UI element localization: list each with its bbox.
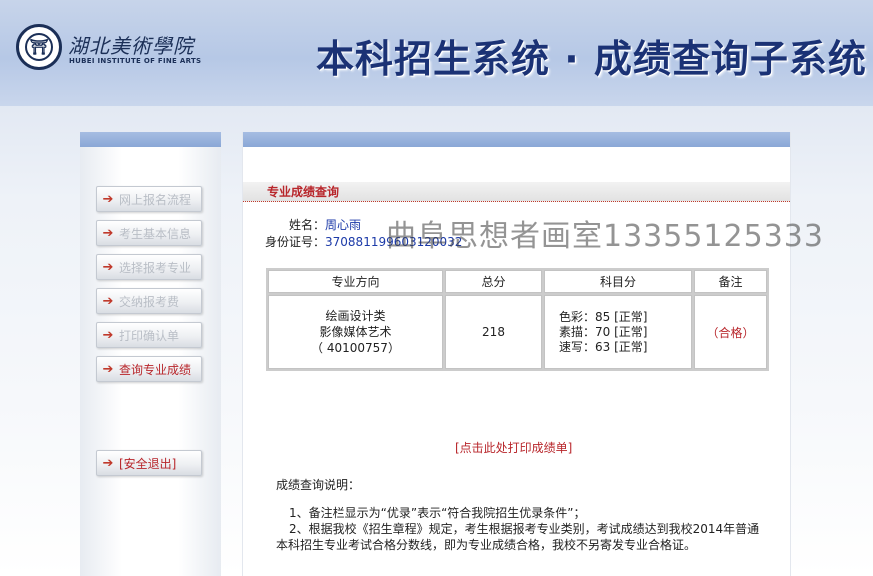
sidebar-item-label: 打印确认单 bbox=[119, 328, 180, 343]
subject-score-quick-sketch: 速写：63 [正常] bbox=[559, 339, 648, 354]
major-category: 绘画设计类 bbox=[325, 309, 386, 323]
main-top-bar bbox=[243, 132, 790, 147]
note-line-3: 本科招生专业考试合格分数线，即为专业成绩合格，我校不另寄发专业合格证。 bbox=[276, 538, 697, 552]
arrow-right-icon: ➔ bbox=[102, 455, 114, 471]
print-scores-link[interactable]: [点击此处打印成绩单] bbox=[455, 439, 572, 456]
scores-table: 专业方向 总分 科目分 备注 绘画设计类 影像媒体艺术 （ 40100757） … bbox=[266, 268, 769, 371]
col-header-subjects: 科目分 bbox=[544, 270, 692, 293]
school-name-en: HUBEI INSTITUTE OF FINE ARTS bbox=[69, 57, 202, 65]
system-title: 本科招生系统 · 成绩查询子系统 bbox=[316, 37, 867, 81]
sidebar-item-candidate-info[interactable]: ➔ 考生基本信息 bbox=[96, 220, 202, 246]
total-score-cell: 218 bbox=[445, 295, 542, 369]
arrow-right-icon: ➔ bbox=[102, 327, 114, 343]
col-header-total: 总分 bbox=[445, 270, 542, 293]
id-label: 身份证号： bbox=[265, 235, 326, 249]
page-header: ⛩ 湖北美術學院 HUBEI INSTITUTE OF FINE ARTS 本科… bbox=[0, 0, 873, 106]
sidebar-item-pay-fee[interactable]: ➔ 交纳报考费 bbox=[96, 288, 202, 314]
col-header-remark: 备注 bbox=[694, 270, 767, 293]
arrow-right-icon: ➔ bbox=[102, 293, 114, 309]
sidebar-item-print-confirmation[interactable]: ➔ 打印确认单 bbox=[96, 322, 202, 348]
sidebar-item-query-scores[interactable]: ➔ 查询专业成绩 bbox=[96, 356, 202, 382]
table-row: 绘画设计类 影像媒体艺术 （ 40100757） 218 色彩：85 [正常] … bbox=[268, 295, 767, 369]
major-cell: 绘画设计类 影像媒体艺术 （ 40100757） bbox=[268, 295, 443, 369]
main-panel: 专业成绩查询 姓名：周心雨 身份证号：370881199603120032 专业… bbox=[243, 132, 790, 576]
school-name: 湖北美術學院 bbox=[68, 34, 194, 58]
sidebar-item-registration-process[interactable]: ➔ 网上报名流程 bbox=[96, 186, 202, 212]
arrow-right-icon: ➔ bbox=[102, 259, 114, 275]
sidebar-item-label: 交纳报考费 bbox=[119, 294, 180, 309]
logo-emblem-icon: ⛩ bbox=[25, 33, 53, 61]
arrow-right-icon: ➔ bbox=[102, 191, 114, 207]
major-name: 影像媒体艺术 bbox=[319, 325, 392, 339]
logout-label: [安全退出] bbox=[119, 456, 177, 471]
table-header-row: 专业方向 总分 科目分 备注 bbox=[268, 270, 767, 293]
name-row: 姓名：周心雨 bbox=[289, 216, 361, 233]
id-value: 370881199603120032 bbox=[325, 235, 463, 249]
col-header-major: 专业方向 bbox=[268, 270, 443, 293]
note-line-2: 2、根据我校《招生章程》规定，考生根据报考专业类别，考试成绩达到我校2014年普… bbox=[289, 522, 760, 536]
sidebar-top-bar bbox=[80, 132, 221, 147]
sidebar: ➔ 网上报名流程 ➔ 考生基本信息 ➔ 选择报考专业 ➔ 交纳报考费 ➔ 打印确… bbox=[80, 132, 221, 576]
subject-score-color: 色彩：85 [正常] bbox=[559, 309, 648, 324]
name-value: 周心雨 bbox=[325, 218, 362, 232]
note-line-1: 1、备注栏显示为“优录”表示“符合我院招生优录条件”； bbox=[289, 506, 586, 520]
sidebar-item-select-major[interactable]: ➔ 选择报考专业 bbox=[96, 254, 202, 280]
arrow-right-icon: ➔ bbox=[102, 225, 114, 241]
sidebar-item-label: 考生基本信息 bbox=[119, 226, 192, 241]
sidebar-item-label: 查询专业成绩 bbox=[119, 362, 192, 377]
arrow-right-icon: ➔ bbox=[102, 361, 114, 377]
sidebar-item-label: 网上报名流程 bbox=[119, 192, 192, 207]
safe-logout-button[interactable]: ➔ [安全退出] bbox=[96, 450, 202, 476]
id-row: 身份证号：370881199603120032 bbox=[265, 233, 462, 250]
section-title: 专业成绩查询 bbox=[243, 182, 790, 202]
school-logo: ⛩ bbox=[16, 24, 62, 70]
sidebar-item-label: 选择报考专业 bbox=[119, 260, 192, 275]
name-label: 姓名： bbox=[289, 218, 326, 232]
notes-title: 成绩查询说明： bbox=[276, 478, 361, 492]
subject-scores-cell: 色彩：85 [正常] 素描：70 [正常] 速写：63 [正常] bbox=[544, 295, 692, 369]
remark-cell: （合格） bbox=[694, 295, 767, 369]
subject-score-sketch: 素描：70 [正常] bbox=[559, 324, 648, 339]
major-code: （ 40100757） bbox=[311, 341, 400, 355]
